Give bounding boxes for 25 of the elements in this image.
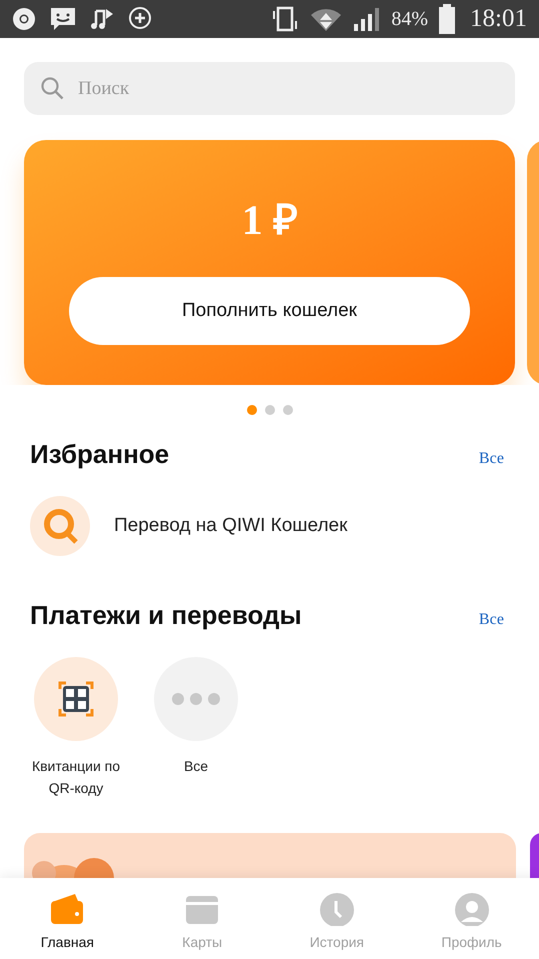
music-icon xyxy=(90,7,114,31)
battery-percent: 84% xyxy=(391,7,428,32)
tile-label: Квитанции по QR-коду xyxy=(30,757,122,798)
search-field[interactable]: Поиск xyxy=(24,62,515,115)
add-chat-icon xyxy=(128,6,152,32)
clock: 18:01 xyxy=(470,4,527,34)
see-all-link[interactable]: Все xyxy=(478,608,504,632)
nav-tab[interactable]: Главная xyxy=(0,878,135,959)
section-title: Избранное xyxy=(30,438,170,471)
wallet-icon xyxy=(49,892,86,926)
tile-label: Все xyxy=(182,757,210,776)
signal-icon xyxy=(353,6,382,32)
more-icon[interactable] xyxy=(154,657,238,741)
battery-icon xyxy=(438,4,456,34)
section-title: Платежи и переводы xyxy=(30,599,302,632)
search-icon xyxy=(40,76,64,100)
message-icon xyxy=(50,7,76,31)
clock-icon xyxy=(318,892,355,926)
top-up-button[interactable]: Пополнить кошелек xyxy=(69,277,470,345)
balance-amount: 1 ₽ xyxy=(242,197,298,246)
qr-code-icon[interactable] xyxy=(34,657,118,741)
favorite-item[interactable]: Перевод на QIWI Кошелек xyxy=(114,512,348,540)
user-icon xyxy=(454,892,490,926)
vibrate-icon xyxy=(271,5,300,33)
see-all-link[interactable]: Все xyxy=(478,447,504,471)
